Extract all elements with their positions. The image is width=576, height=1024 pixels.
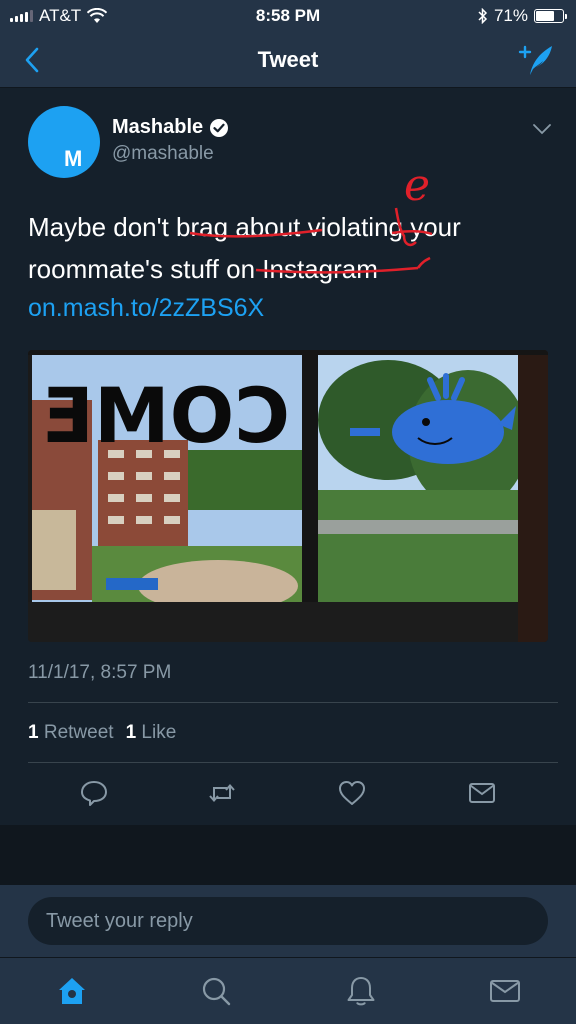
page-title: Tweet: [257, 47, 319, 72]
battery-fill: [536, 11, 555, 21]
annotation-letter: e: [404, 160, 430, 211]
retweet-icon[interactable]: [207, 778, 237, 808]
notifications-icon[interactable]: [344, 974, 378, 1008]
photo-sign-text: COME: [42, 371, 290, 460]
retweet-count: 1: [28, 722, 39, 743]
verified-badge-icon: [210, 118, 229, 137]
retweet-label: Retweet: [43, 722, 114, 743]
like-count: 1: [125, 722, 137, 743]
photo-window-scene: COME: [28, 350, 548, 642]
home-icon[interactable]: [55, 974, 89, 1008]
like-stat[interactable]: 1 Like: [126, 722, 177, 744]
tweet-actions: [0, 778, 576, 818]
nav-bar: Tweet: [0, 34, 576, 88]
tweet-stats: 1 Retweet 1 Like: [28, 722, 176, 744]
battery-icon: [534, 9, 567, 23]
avatar[interactable]: M: [28, 106, 100, 178]
share-icon[interactable]: [467, 778, 497, 808]
status-right: 71%: [478, 6, 567, 26]
author-name[interactable]: Mashable: [112, 116, 229, 139]
messages-icon[interactable]: [488, 974, 522, 1008]
tweet-detail: M Mashable @mashable Maybe don't brag ab…: [0, 88, 576, 825]
chevron-down-icon[interactable]: [532, 122, 552, 136]
avatar-letter: M: [64, 146, 83, 171]
tweet-timestamp: 11/1/17, 8:57 PM: [28, 662, 172, 683]
compose-tweet-icon[interactable]: [516, 42, 556, 78]
tweet-text-line-2: roommate's stuff on Instagram: [28, 254, 378, 284]
divider: [28, 702, 558, 703]
like-icon[interactable]: [337, 778, 367, 808]
author-name-text: Mashable: [112, 116, 204, 138]
battery-percent: 71%: [493, 6, 528, 25]
reply-spacer: [0, 825, 576, 885]
search-icon[interactable]: [199, 974, 233, 1008]
bluetooth-icon: [478, 8, 488, 24]
tweet-text-line-1: Maybe don't brag about violating your: [28, 212, 461, 242]
author-handle[interactable]: @mashable: [112, 143, 214, 165]
tab-bar: [0, 957, 576, 1024]
tweet-text: Maybe don't brag about violating your ro…: [28, 206, 548, 290]
reply-input[interactable]: [28, 897, 548, 945]
retweet-stat[interactable]: 1 Retweet: [28, 722, 114, 744]
tweet-photo[interactable]: COME: [28, 350, 548, 642]
reply-icon[interactable]: [79, 778, 109, 808]
divider: [28, 762, 558, 763]
reply-bar: [0, 885, 576, 957]
like-label: Like: [141, 722, 177, 743]
tweet-link[interactable]: on.mash.to/2zZBS6X: [28, 294, 264, 323]
status-bar: AT&T 8:58 PM 71%: [0, 0, 576, 34]
